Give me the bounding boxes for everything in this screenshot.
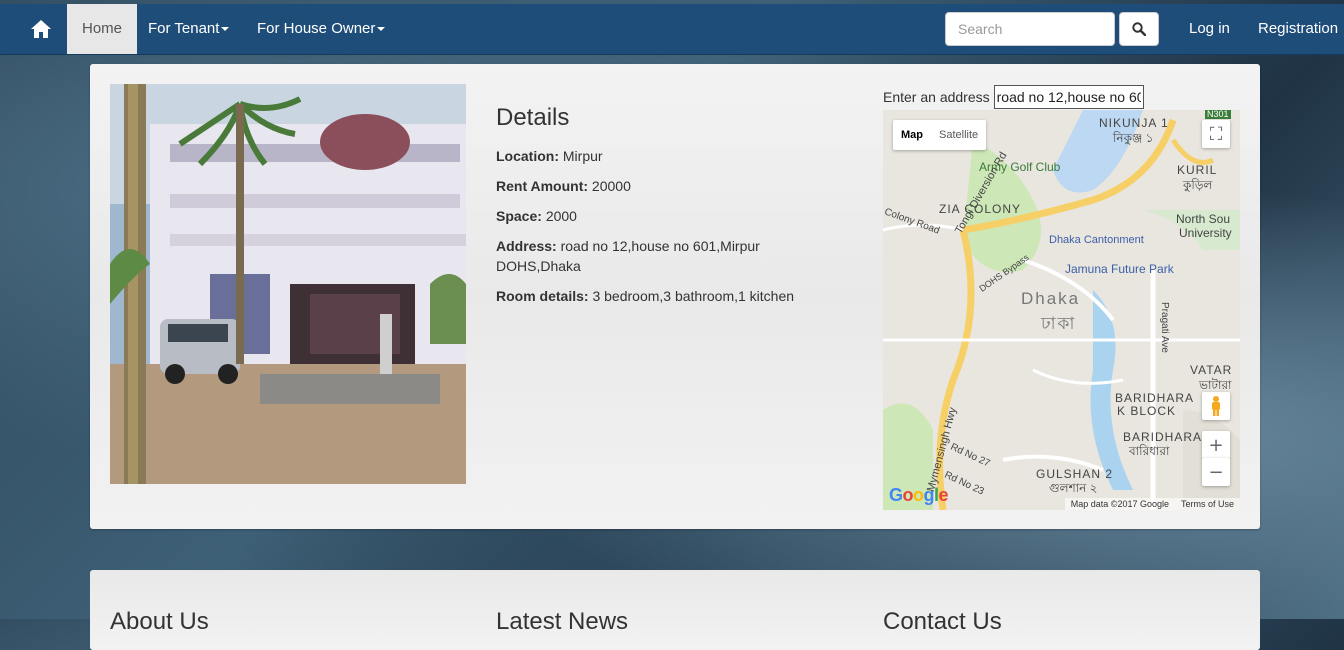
google-logo: Google — [889, 485, 949, 505]
house-photo — [110, 84, 466, 484]
details-section: Details Location: Mirpur Rent Amount: 20… — [496, 104, 816, 316]
search-input[interactable] — [945, 12, 1115, 46]
map-data-attribution: Map data ©2017 Google — [1070, 499, 1169, 509]
contact-us-heading: Contact Us — [883, 608, 1002, 635]
detail-label: Address: — [496, 238, 557, 254]
detail-location: Location: Mirpur — [496, 146, 816, 166]
latest-news-heading: Latest News — [496, 608, 629, 635]
nav-for-house-owner-label: For House Owner — [257, 20, 376, 37]
google-map[interactable]: Map Satellite ⛶ + − N301 NIKUNJA 1 নিকুঞ… — [883, 110, 1240, 510]
caret-down-icon — [377, 27, 386, 32]
detail-label: Location: — [496, 148, 559, 164]
map-label-baridhara-bn: বারিধারা — [1129, 444, 1170, 458]
detail-value: 20000 — [591, 178, 631, 194]
map-label-jamuna-future-park: Jamuna Future Park — [1065, 262, 1174, 276]
nav-for-tenant-label: For Tenant — [148, 20, 220, 37]
detail-value: 2000 — [545, 208, 577, 224]
map-label-gulshan-2: GULSHAN 2 — [1036, 467, 1114, 481]
detail-space: Space: 2000 — [496, 206, 816, 226]
map-label-nikunja-bn: নিকুঞ্জ ১ — [1113, 131, 1154, 145]
map-label-pragati-ave: Pragati Ave — [1158, 302, 1170, 353]
map-label-kuril-bn: কুড়িল — [1183, 178, 1213, 192]
details-heading: Details — [496, 104, 570, 131]
footer-panel: About Us Latest News Contact Us — [90, 570, 1260, 650]
address-input[interactable] — [993, 85, 1144, 109]
map-label-n301: N301 — [1205, 110, 1231, 119]
login-link[interactable]: Log in — [1174, 4, 1245, 54]
detail-value: 3 bedroom,3 bathroom,1 kitchen — [592, 288, 795, 304]
map-label-gulshan-2-bn: গুলশান ২ — [1049, 481, 1098, 495]
map-label-kuril: KURIL — [1177, 163, 1218, 177]
terms-of-use-link[interactable]: Terms of Use — [1181, 499, 1234, 509]
detail-value: Mirpur — [562, 148, 603, 164]
detail-address: Address: road no 12,house no 601,Mirpur … — [496, 236, 816, 276]
property-panel: Details Location: Mirpur Rent Amount: 20… — [90, 64, 1260, 529]
detail-label: Room details: — [496, 288, 589, 304]
detail-label: Space: — [496, 208, 542, 224]
fullscreen-icon[interactable]: ⛶ — [1202, 120, 1230, 148]
detail-room-details: Room details: 3 bedroom,3 bathroom,1 kit… — [496, 286, 816, 306]
map-label-dhaka-bn: ঢাকা — [1041, 314, 1077, 333]
map-label-university: University — [1179, 226, 1232, 240]
map-label-vatara: VATAR — [1190, 363, 1233, 377]
map-label-baridhara-k: BARIDHARA — [1115, 391, 1195, 405]
map-label-nikunja: NIKUNJA 1 — [1099, 116, 1169, 130]
top-navbar: Home For Tenant For House Owner Log in R… — [0, 4, 1344, 55]
home-icon[interactable] — [16, 4, 66, 54]
map-label-north-south: North Sou — [1176, 212, 1231, 226]
about-us-heading: About Us — [110, 608, 209, 635]
map-label-k-block: K BLOCK — [1117, 404, 1177, 418]
nav-home-link[interactable]: Home — [67, 4, 138, 54]
map-label-dhaka-cantonment: Dhaka Cantonment — [1049, 234, 1144, 246]
registration-link[interactable]: Registration — [1243, 4, 1344, 54]
map-type-map-button[interactable]: Map — [893, 120, 931, 150]
map-section: Enter an address road no 12,house no 601… — [883, 84, 1240, 510]
map-attribution: Map data ©2017 Google Terms of Use — [1064, 498, 1240, 510]
zoom-out-button[interactable]: − — [1202, 458, 1230, 486]
zoom-in-button[interactable]: + — [1202, 431, 1230, 459]
caret-down-icon — [221, 27, 230, 32]
nav-for-house-owner-dropdown[interactable]: For House Owner — [242, 4, 400, 54]
map-type-satellite-button[interactable]: Satellite — [931, 120, 986, 150]
detail-label: Rent Amount: — [496, 178, 589, 194]
search-button[interactable] — [1119, 12, 1159, 46]
search-icon — [1132, 22, 1146, 36]
map-label-dhaka: Dhaka — [1021, 289, 1081, 308]
nav-for-tenant-dropdown[interactable]: For Tenant — [133, 4, 244, 54]
address-label: Enter an address — [883, 89, 990, 105]
map-label-baridhara: BARIDHARA — [1123, 430, 1203, 444]
address-row: Enter an address — [883, 84, 1240, 110]
map-type-control: Map Satellite — [893, 120, 987, 150]
detail-rent-amount: Rent Amount: 20000 — [496, 176, 816, 196]
map-label-vatara-bn: ভাটারা — [1199, 378, 1232, 392]
